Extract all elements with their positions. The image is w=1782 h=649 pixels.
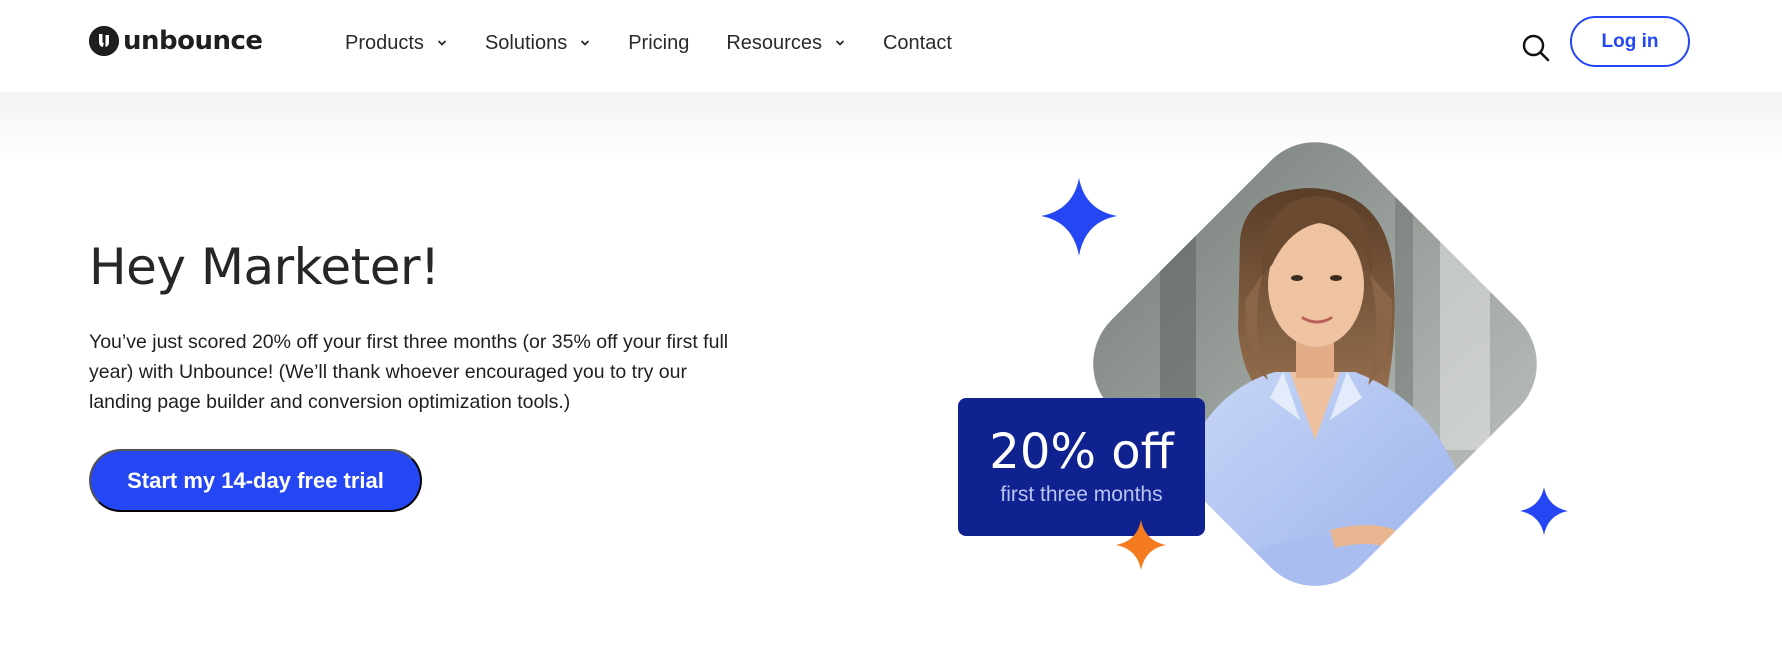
nav-item-label: Pricing — [628, 31, 690, 54]
main-nav: Products Solutions Pricing Resources Con… — [345, 28, 989, 58]
chevron-down-icon — [581, 40, 590, 46]
unbounce-logo[interactable]: unbounce — [89, 26, 263, 56]
nav-item-contact[interactable]: Contact — [883, 32, 952, 55]
nav-item-label: Resources — [726, 31, 822, 54]
nav-item-pricing[interactable]: Pricing — [628, 32, 689, 55]
discount-badge: 20% off first three months — [958, 398, 1205, 536]
nav-item-resources[interactable]: Resources — [726, 32, 846, 55]
badge-sub-text: first three months — [1000, 483, 1163, 506]
search-icon[interactable] — [1521, 33, 1551, 63]
login-button[interactable]: Log in — [1570, 16, 1690, 67]
hero-paragraph: You’ve just scored 20% off your first th… — [89, 331, 729, 413]
hero-title: Hey Marketer! — [89, 238, 440, 296]
logo-text: unbounce — [123, 26, 263, 56]
nav-item-solutions[interactable]: Solutions — [485, 32, 591, 55]
nav-item-label: Solutions — [484, 31, 568, 54]
chevron-down-icon — [438, 40, 446, 46]
start-trial-button[interactable]: Start my 14-day free trial — [89, 449, 422, 512]
nav-item-label: Contact — [882, 31, 952, 54]
nav-item-label: Products — [345, 31, 424, 54]
chevron-down-icon — [836, 40, 844, 46]
badge-main-text: 20% off — [989, 424, 1174, 480]
nav-item-products[interactable]: Products — [345, 32, 448, 55]
logo-mark-icon — [89, 26, 119, 56]
